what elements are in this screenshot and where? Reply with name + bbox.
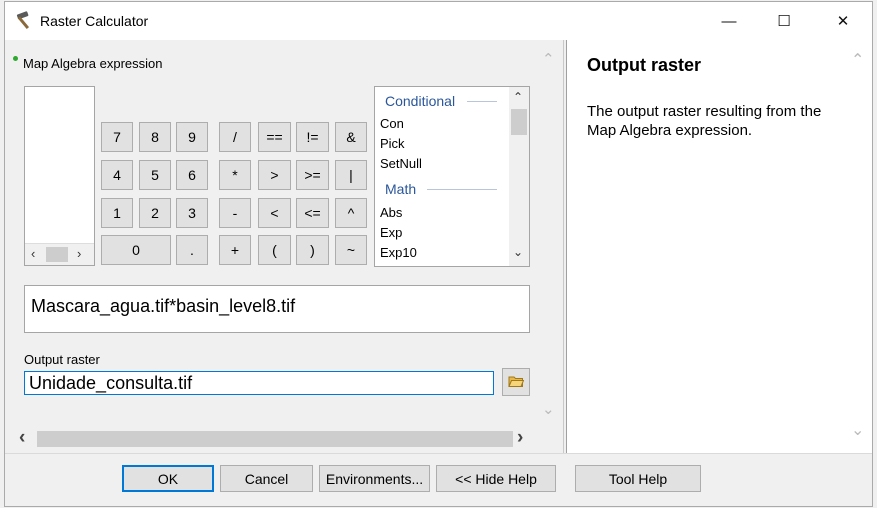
key-3[interactable]: 3: [176, 198, 208, 228]
key-1[interactable]: 1: [101, 198, 133, 228]
scroll-left-icon[interactable]: ‹: [19, 427, 25, 449]
scroll-down-icon[interactable]: ⌄: [513, 245, 523, 259]
title-bar: Raster Calculator — ☐ ✕: [5, 2, 872, 40]
close-button[interactable]: ✕: [820, 2, 866, 40]
scroll-left-icon[interactable]: ‹: [31, 246, 35, 261]
hammer-icon: [14, 11, 36, 31]
help-scroll-down-icon[interactable]: ⌄: [851, 420, 864, 440]
key-divide[interactable]: /: [219, 122, 251, 152]
hide-help-button[interactable]: << Hide Help: [436, 465, 556, 492]
window-title: Raster Calculator: [40, 13, 149, 29]
browse-button[interactable]: [502, 368, 530, 396]
help-title: Output raster: [587, 55, 702, 75]
key-5[interactable]: 5: [139, 160, 171, 190]
map-algebra-label: Map Algebra expression: [23, 56, 163, 71]
key-0[interactable]: 0: [101, 235, 171, 265]
open-folder-icon: [508, 374, 525, 391]
expression-input[interactable]: Mascara_agua.tif*basin_level8.tif: [24, 285, 530, 333]
ok-button[interactable]: OK: [122, 465, 214, 492]
parameters-pane: Map Algebra expression ‹ › 7 8 9 / == !=…: [5, 40, 564, 453]
layer-list-hscroll[interactable]: ‹ ›: [25, 243, 94, 265]
environments-button[interactable]: Environments...: [319, 465, 430, 492]
group-divider: [467, 101, 497, 102]
function-group-conditional: Conditional: [385, 93, 456, 109]
function-item[interactable]: Abs: [380, 205, 402, 220]
function-item[interactable]: SetNull: [380, 156, 422, 171]
raster-calculator-window: Raster Calculator — ☐ ✕ Map Algebra expr…: [4, 1, 873, 507]
button-bar: OK Cancel Environments... << Hide Help T…: [5, 453, 872, 506]
function-list-vscroll[interactable]: ⌃ ⌄: [509, 87, 529, 266]
key-plus[interactable]: +: [219, 235, 251, 265]
key-6[interactable]: 6: [176, 160, 208, 190]
scroll-right-icon[interactable]: ›: [77, 246, 81, 261]
key-not[interactable]: ~: [335, 235, 367, 265]
key-equal[interactable]: ==: [258, 122, 291, 152]
key-xor[interactable]: ^: [335, 198, 367, 228]
output-raster-label: Output raster: [24, 352, 100, 367]
pane-scroll-up-icon[interactable]: ⌃: [542, 50, 555, 68]
key-8[interactable]: 8: [139, 122, 171, 152]
layer-list[interactable]: ‹ ›: [24, 86, 95, 266]
output-raster-input[interactable]: Unidade_consulta.tif: [24, 371, 494, 395]
key-close-paren[interactable]: ): [296, 235, 329, 265]
help-scroll-up-icon[interactable]: ⌃: [851, 50, 864, 70]
required-dot-icon: [13, 56, 18, 61]
scroll-thumb[interactable]: [511, 109, 527, 135]
function-group-math: Math: [385, 181, 417, 197]
key-greater[interactable]: >: [258, 160, 291, 190]
key-7[interactable]: 7: [101, 122, 133, 152]
function-item[interactable]: Pick: [380, 136, 405, 151]
key-9[interactable]: 9: [176, 122, 208, 152]
tool-help-button[interactable]: Tool Help: [575, 465, 701, 492]
key-minus[interactable]: -: [219, 198, 251, 228]
function-list[interactable]: Conditional Con Pick SetNull Math Abs Ex…: [374, 86, 530, 267]
pane-scroll-down-icon[interactable]: ⌄: [542, 400, 555, 418]
key-or[interactable]: |: [335, 160, 367, 190]
key-and[interactable]: &: [335, 122, 367, 152]
key-multiply[interactable]: *: [219, 160, 251, 190]
function-item[interactable]: Exp10: [380, 245, 417, 260]
key-greater-equal[interactable]: >=: [296, 160, 329, 190]
group-divider: [427, 189, 497, 190]
key-open-paren[interactable]: (: [258, 235, 291, 265]
help-text: The output raster resulting from the Map…: [587, 103, 822, 139]
key-not-equal[interactable]: !=: [296, 122, 329, 152]
scroll-up-icon[interactable]: ⌃: [513, 90, 523, 104]
scroll-thumb[interactable]: [46, 247, 68, 262]
cancel-button[interactable]: Cancel: [220, 465, 313, 492]
maximize-button[interactable]: ☐: [761, 2, 807, 40]
key-4[interactable]: 4: [101, 160, 133, 190]
key-less-equal[interactable]: <=: [296, 198, 329, 228]
scroll-thumb[interactable]: [37, 431, 513, 447]
key-2[interactable]: 2: [139, 198, 171, 228]
key-decimal[interactable]: .: [176, 235, 208, 265]
pane-hscroll[interactable]: ‹ ›: [17, 427, 537, 449]
function-item[interactable]: Con: [380, 116, 404, 131]
function-item[interactable]: Exp: [380, 225, 402, 240]
minimize-button[interactable]: —: [706, 2, 752, 40]
key-less[interactable]: <: [258, 198, 291, 228]
help-pane: Output raster The output raster resultin…: [566, 40, 872, 453]
scroll-right-icon[interactable]: ›: [517, 427, 523, 449]
